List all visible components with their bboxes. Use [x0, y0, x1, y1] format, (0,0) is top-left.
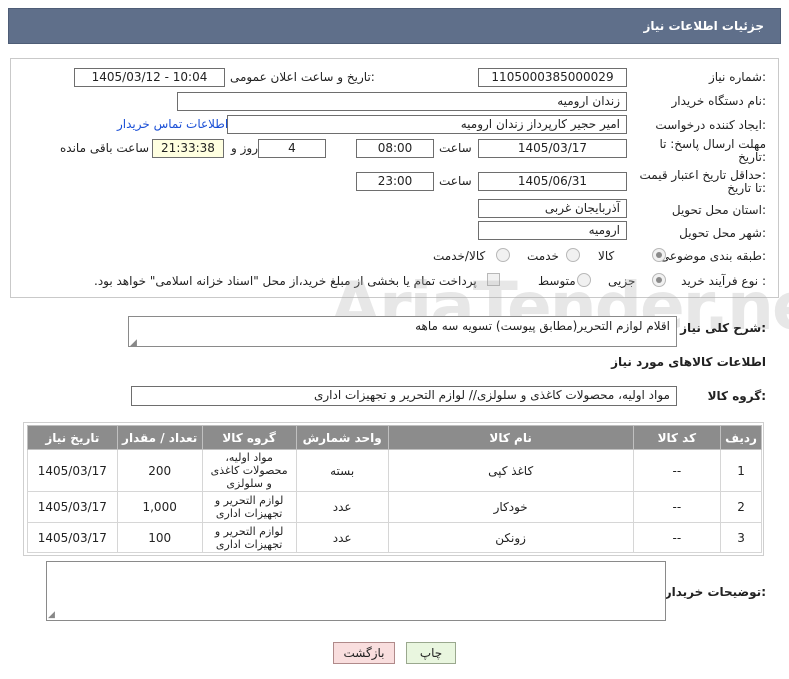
col-goods-group: گروه کالا	[201, 425, 297, 450]
announce-label: تاریخ و ساعت اعلان عمومی:	[230, 70, 375, 84]
buyer-notes-label: توضیحات خریدار:	[664, 585, 766, 599]
cell-group: مواد اولیه، محصولات کاغذی و سلولزی	[201, 449, 297, 492]
cell-name: کاغذ کپی	[387, 449, 634, 492]
deadline-time-label: ساعت	[439, 141, 472, 155]
cell-qty: 100	[116, 522, 203, 553]
resize-grip-icon: ◢	[130, 338, 137, 348]
col-need-date: تاریخ نیاز	[27, 425, 118, 450]
cell-unit: بسته	[295, 449, 389, 492]
cell-code: --	[632, 491, 722, 523]
category-option-service: خدمت	[527, 249, 559, 263]
table-row: 1405/03/17 100 لوازم التحریر و تجهیزات ا…	[27, 522, 762, 553]
buyer-label: نام دستگاه خریدار:	[671, 94, 767, 108]
city-field: ارومیه	[478, 221, 627, 240]
goods-group-label: گروه کالا:	[707, 389, 766, 403]
validity-date-field: 1405/06/31	[478, 172, 627, 191]
back-button[interactable]: بازگشت	[333, 642, 395, 664]
buyer-contact-link[interactable]: اطلاعات تماس خریدار	[117, 117, 228, 131]
description-field[interactable]: اقلام لوازم التحریر(مطابق پیوست) تسویه س…	[128, 316, 677, 347]
days-label: روز و	[231, 141, 258, 155]
table-row: 1405/03/17 200 مواد اولیه، محصولات کاغذی…	[27, 449, 762, 492]
col-quantity: تعداد / مقدار	[116, 425, 203, 450]
announce-field: 1405/03/12 - 10:04	[74, 68, 225, 87]
validity-time-label: ساعت	[439, 174, 472, 188]
deadline-label-line1: مهلت ارسال پاسخ: تا	[659, 137, 766, 151]
category-radio-goods-service[interactable]	[496, 248, 510, 262]
table-header-row: تاریخ نیاز تعداد / مقدار گروه کالا واحد …	[27, 425, 762, 450]
deadline-label-line2: تاریخ:	[738, 150, 766, 164]
items-table: تاریخ نیاز تعداد / مقدار گروه کالا واحد …	[27, 425, 762, 553]
cell-unit: عدد	[295, 491, 389, 523]
table-row: 1405/03/17 1,000 لوازم التحریر و تجهیزات…	[27, 491, 762, 523]
province-field: آذربایجان غربی	[478, 199, 627, 218]
category-option-goods: کالا	[598, 249, 615, 263]
remaining-time-field: 21:33:38	[152, 139, 224, 158]
cell-group: لوازم التحریر و تجهیزات اداری	[201, 491, 297, 523]
days-field: 4	[258, 139, 326, 158]
cell-row: 3	[720, 522, 762, 553]
title-bar: جزئیات اطلاعات نیاز	[8, 8, 781, 44]
resize-grip-icon: ◢	[48, 610, 55, 620]
cell-date: 1405/03/17	[27, 491, 118, 523]
cell-date: 1405/03/17	[27, 522, 118, 553]
cell-qty: 1,000	[116, 491, 203, 523]
cell-row: 2	[720, 491, 762, 523]
cell-code: --	[632, 449, 722, 492]
category-radio-goods[interactable]	[652, 248, 666, 262]
validity-label-line2: تا تاریخ:	[727, 181, 766, 195]
cell-code: --	[632, 522, 722, 553]
col-row: ردیف	[720, 425, 762, 450]
creator-label: ایجاد کننده درخواست:	[655, 118, 766, 132]
buyer-notes-field[interactable]	[46, 561, 666, 621]
category-option-goods-service: کالا/خدمت	[433, 249, 486, 263]
print-button[interactable]: چاپ	[406, 642, 456, 664]
remaining-time-label: ساعت باقی مانده	[60, 141, 150, 155]
cell-name: خودکار	[387, 491, 634, 523]
creator-field: امیر حجیر کارپرداز زندان ارومیه	[227, 115, 627, 134]
page-title: جزئیات اطلاعات نیاز	[643, 19, 764, 33]
col-goods-name: نام کالا	[387, 425, 634, 450]
deadline-time-field: 08:00	[356, 139, 434, 158]
cell-qty: 200	[116, 449, 203, 492]
need-number-field: 1105000385000029	[478, 68, 627, 87]
cell-group: لوازم التحریر و تجهیزات اداری	[201, 522, 297, 553]
description-label: شرح کلی نیاز:	[680, 321, 766, 335]
category-label: طبقه بندی موضوعی:	[659, 249, 766, 263]
province-label: استان محل تحویل:	[671, 203, 766, 217]
cell-row: 1	[720, 449, 762, 492]
buyer-field: زندان ارومیه	[177, 92, 627, 111]
validity-label-line1: حداقل تاریخ اعتبار قیمت:	[639, 168, 766, 182]
deadline-date-field: 1405/03/17	[478, 139, 627, 158]
goods-group-field: مواد اولیه، محصولات کاغذی و سلولزی// لوا…	[131, 386, 677, 406]
col-unit: واحد شمارش	[295, 425, 389, 450]
cell-name: زونکن	[387, 522, 634, 553]
col-goods-code: کد کالا	[632, 425, 722, 450]
category-radio-service[interactable]	[566, 248, 580, 262]
city-label: شهر محل تحویل:	[679, 226, 766, 240]
need-number-label: شماره نیاز:	[708, 70, 766, 84]
cell-date: 1405/03/17	[27, 449, 118, 492]
goods-section-title: اطلاعات کالاهای مورد نیاز	[611, 355, 766, 369]
cell-unit: عدد	[295, 522, 389, 553]
validity-time-field: 23:00	[356, 172, 434, 191]
